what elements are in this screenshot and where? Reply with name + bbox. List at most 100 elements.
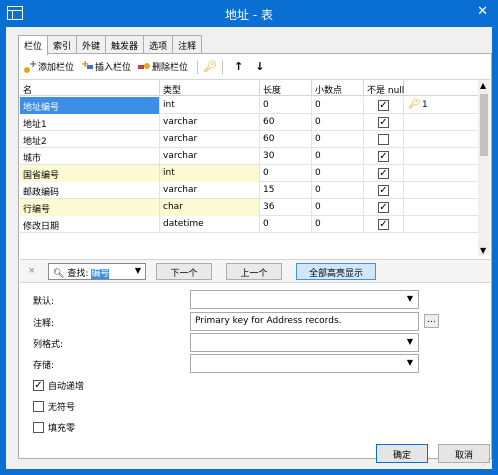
scroll-down-icon[interactable]: ▼ (480, 246, 486, 255)
checkbox-icon[interactable] (33, 421, 44, 433)
find-close-icon[interactable]: × (28, 266, 36, 276)
tab-indexes[interactable]: 索引 (47, 35, 78, 53)
tab-fields[interactable]: 栏位 (18, 35, 49, 55)
table-row[interactable]: 地址1 varchar 60 0 ✓ (20, 114, 478, 131)
fields-grid[interactable]: 名 类型 长度 小数点 不是 null 地址编号int00✓🔑︎1▶地址1var… (20, 79, 490, 255)
cell-type[interactable]: varchar (160, 148, 260, 165)
default-field[interactable]: ▼ (190, 290, 419, 309)
comment-field[interactable]: Primary key for Address records. (190, 312, 419, 331)
ok-button[interactable]: 确定 (376, 444, 428, 463)
cell-length[interactable]: 0 (260, 165, 312, 182)
insert-field-button[interactable]: + 插入栏位 (81, 59, 131, 74)
not-null-checkbox[interactable]: ✓ (378, 202, 389, 213)
key-order: 1 (422, 100, 428, 110)
cell-name[interactable]: 修改日期 (20, 216, 160, 233)
cell-length[interactable]: 15 (260, 182, 312, 199)
table-designer-window: 地址 - 表 ✕ 栏位 索引 外键 触发器 选项 注释 + 添加栏位 + 插入栏… (0, 0, 498, 475)
cell-name[interactable]: 邮政编码 (20, 182, 160, 199)
primary-key-button[interactable]: 🔑︎ (203, 60, 217, 73)
resize-grip-icon[interactable]: ⋰ (482, 458, 490, 467)
close-button[interactable]: ✕ (477, 4, 488, 19)
cell-type[interactable]: int (160, 97, 260, 114)
cell-name[interactable]: 地址编号 (20, 97, 160, 114)
find-next-button[interactable]: 下一个 (156, 263, 212, 280)
cell-length[interactable]: 60 (260, 114, 312, 131)
table-row[interactable]: 行编号 char 36 0 ✓ (20, 199, 478, 216)
cell-name[interactable]: 地址2 (20, 131, 160, 148)
tab-options[interactable]: 选项 (143, 35, 174, 53)
cell-decimals[interactable]: 0 (312, 97, 364, 114)
column-format-select[interactable]: ▼ (190, 333, 419, 352)
find-input[interactable]: 🔍︎ 查找: 编号 ▼ (48, 263, 146, 280)
cell-decimals[interactable]: 0 (312, 114, 364, 131)
cell-name[interactable]: 国省编号 (20, 165, 160, 182)
not-null-checkbox[interactable]: ✓ (378, 185, 389, 196)
scroll-up-icon[interactable]: ▲ (480, 81, 486, 90)
tab-triggers[interactable]: 触发器 (105, 35, 145, 53)
cell-decimals[interactable]: 0 (312, 131, 364, 148)
tab-foreign-keys[interactable]: 外键 (76, 35, 107, 53)
cell-length[interactable]: 0 (260, 97, 312, 114)
chevron-down-icon[interactable]: ▼ (407, 337, 413, 346)
column-header-name[interactable]: 名 (20, 80, 160, 96)
chevron-down-icon[interactable]: ▼ (135, 266, 141, 275)
table-row[interactable]: 修改日期 datetime 0 0 ✓ (20, 216, 478, 233)
column-header-length[interactable]: 长度 (260, 80, 312, 96)
not-null-checkbox[interactable]: ✓ (378, 168, 389, 179)
cell-decimals[interactable]: 0 (312, 182, 364, 199)
column-header-not-null[interactable]: 不是 null (364, 80, 404, 96)
move-up-button[interactable]: ↑ (234, 60, 243, 73)
comment-edit-button[interactable]: ... (424, 314, 439, 328)
cell-type[interactable]: char (160, 199, 260, 216)
tab-comment[interactable]: 注释 (172, 35, 203, 53)
move-down-button[interactable]: ↓ (255, 60, 264, 73)
cell-name[interactable]: 地址1 (20, 114, 160, 131)
chevron-down-icon[interactable]: ▼ (407, 358, 413, 367)
table-row[interactable]: 国省编号 int 0 0 ✓ (20, 165, 478, 182)
comment-value: Primary key for Address records. (195, 316, 342, 326)
table-row[interactable]: 邮政编码 varchar 15 0 ✓ (20, 182, 478, 199)
cell-not-null: ✓ (364, 199, 404, 216)
delete-field-button[interactable]: 删除栏位 (138, 60, 188, 73)
cell-type[interactable]: varchar (160, 114, 260, 131)
zerofill-label: 填充零 (48, 423, 76, 434)
cell-decimals[interactable]: 0 (312, 199, 364, 216)
table-row[interactable]: 地址编号int00✓🔑︎1▶ (20, 97, 478, 114)
scroll-thumb[interactable] (480, 94, 488, 156)
not-null-checkbox[interactable]: ✓ (378, 117, 389, 128)
cell-decimals[interactable]: 0 (312, 165, 364, 182)
highlight-all-button[interactable]: 全部高亮显示 (296, 263, 376, 280)
not-null-checkbox[interactable] (378, 134, 389, 145)
table-row[interactable]: 城市 varchar 30 0 ✓ (20, 148, 478, 165)
unsigned-checkbox[interactable]: 无符号 (33, 398, 75, 414)
cell-type[interactable]: varchar (160, 182, 260, 199)
table-row[interactable]: 地址2 varchar 60 0 (20, 131, 478, 148)
cell-length[interactable]: 0 (260, 216, 312, 233)
cell-type[interactable]: varchar (160, 131, 260, 148)
column-header-decimals[interactable]: 小数点 (312, 80, 364, 96)
storage-select[interactable]: ▼ (190, 354, 419, 373)
chevron-down-icon[interactable]: ▼ (407, 294, 413, 303)
find-previous-button[interactable]: 上一个 (226, 263, 282, 280)
cell-length[interactable]: 30 (260, 148, 312, 165)
cell-name[interactable]: 城市 (20, 148, 160, 165)
title-bar[interactable]: 地址 - 表 ✕ (0, 0, 498, 27)
cell-length[interactable]: 60 (260, 131, 312, 148)
checkbox-icon[interactable]: ✓ (33, 379, 44, 391)
column-header-type[interactable]: 类型 (160, 80, 260, 96)
cell-length[interactable]: 36 (260, 199, 312, 216)
cell-type[interactable]: datetime (160, 216, 260, 233)
cell-decimals[interactable]: 0 (312, 148, 364, 165)
add-field-button[interactable]: + 添加栏位 (24, 59, 74, 73)
not-null-checkbox[interactable]: ✓ (378, 100, 389, 111)
cell-name[interactable]: 行编号 (20, 199, 160, 216)
zerofill-checkbox[interactable]: 填充零 (33, 419, 75, 435)
cell-type[interactable]: int (160, 165, 260, 182)
unsigned-label: 无符号 (48, 402, 76, 413)
cell-decimals[interactable]: 0 (312, 216, 364, 233)
not-null-checkbox[interactable]: ✓ (378, 219, 389, 230)
checkbox-icon[interactable] (33, 400, 44, 412)
grid-scrollbar[interactable]: ▲ ▼ (478, 80, 490, 255)
not-null-checkbox[interactable]: ✓ (378, 151, 389, 162)
auto-increment-checkbox[interactable]: ✓ 自动递增 (33, 377, 84, 393)
